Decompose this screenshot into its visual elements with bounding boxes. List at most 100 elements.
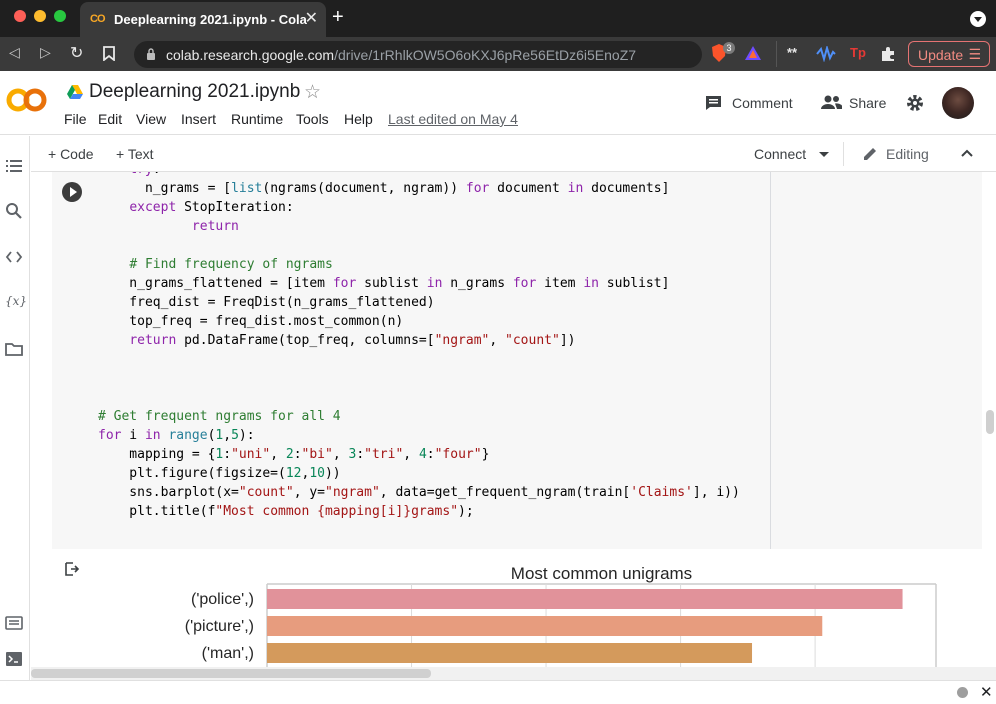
ext-icon-asterisk[interactable]: ** <box>787 45 797 60</box>
share-button[interactable]: Share <box>849 95 886 111</box>
code-editor[interactable]: try: n_grams = [list(ngrams(document, ng… <box>98 172 740 521</box>
code-line[interactable]: n_grams = [list(ngrams(document, ngram))… <box>98 179 740 198</box>
menu-edit[interactable]: Edit <box>98 111 122 127</box>
url-text: colab.research.google.com/drive/1rRhlkOW… <box>166 47 637 63</box>
command-palette-icon[interactable] <box>5 614 23 632</box>
table-of-contents-icon[interactable] <box>5 157 23 175</box>
cell-output: Most common unigrams ('police',) ('picture… <box>52 552 982 667</box>
code-line[interactable]: try: <box>98 172 740 179</box>
horizontal-scrollbar[interactable] <box>31 667 996 680</box>
ext-icon-tp[interactable]: Tp <box>850 45 866 60</box>
share-people-icon <box>821 95 842 109</box>
forward-icon[interactable]: ▷ <box>40 44 51 61</box>
cell-divider <box>770 172 771 549</box>
left-sidebar: {x} <box>0 136 30 680</box>
code-line[interactable]: # Get frequent ngrams for all 4 <box>98 407 740 426</box>
add-text-button[interactable]: + Text <box>116 146 154 162</box>
connect-button[interactable]: Connect <box>754 146 806 162</box>
code-line[interactable] <box>98 369 740 388</box>
editing-mode-button[interactable]: Editing <box>886 146 929 162</box>
avatar[interactable] <box>942 87 974 119</box>
terminal-icon[interactable] <box>5 650 23 668</box>
code-line[interactable]: freq_dist = FreqDist(n_grams_flattened) <box>98 293 740 312</box>
menu-icon: ☰ <box>968 46 981 62</box>
code-line[interactable]: for i in range(1,5): <box>98 426 740 445</box>
lock-icon <box>147 48 155 60</box>
menu-help[interactable]: Help <box>344 111 373 127</box>
menu-view[interactable]: View <box>136 111 166 127</box>
run-cell-button[interactable] <box>62 182 82 202</box>
new-tab-button[interactable]: + <box>332 6 344 29</box>
address-bar[interactable]: colab.research.google.com/drive/1rRhlkOW… <box>134 41 702 68</box>
comment-button[interactable]: Comment <box>732 95 793 111</box>
wave-icon[interactable] <box>816 46 836 62</box>
pencil-icon <box>864 148 876 160</box>
code-line[interactable]: except StopIteration: <box>98 198 740 217</box>
notebook-title[interactable]: Deeplearning 2021.ipynb <box>89 81 300 103</box>
chart-title: Most common unigrams <box>511 564 692 583</box>
code-line[interactable]: return pd.DataFrame(top_freq, columns=["… <box>98 331 740 350</box>
star-icon[interactable]: ☆ <box>304 81 321 104</box>
bar <box>267 643 753 663</box>
cell-toolbar: + Code + Text Connect Editing <box>31 136 996 172</box>
tick-label: ('police',) <box>191 591 254 608</box>
browser-tab[interactable]: CO Deeplearning 2021.ipynb - Cola ✕ <box>80 2 326 37</box>
code-line[interactable]: sns.barplot(x="count", y="ngram", data=g… <box>98 483 740 502</box>
vertical-scroll-thumb[interactable] <box>986 410 994 434</box>
zoom-window-button[interactable] <box>54 10 66 22</box>
tick-label: ('picture',) <box>185 618 254 635</box>
code-line[interactable]: top_freq = freq_dist.most_common(n) <box>98 312 740 331</box>
code-line[interactable] <box>98 236 740 255</box>
tab-title: Deeplearning 2021.ipynb - Cola <box>114 12 307 27</box>
back-icon[interactable]: ◁ <box>9 44 20 61</box>
google-drive-icon[interactable] <box>66 84 84 100</box>
bar <box>267 589 903 609</box>
code-snippets-icon[interactable] <box>5 248 23 266</box>
variables-icon[interactable]: {x} <box>5 294 27 312</box>
update-label: Update <box>918 47 964 63</box>
tab-search-icon[interactable] <box>970 11 986 27</box>
chevron-down-icon[interactable] <box>819 152 829 157</box>
update-button[interactable]: Update ☰ <box>908 41 990 67</box>
close-window-button[interactable] <box>14 10 26 22</box>
comment-icon <box>706 96 721 110</box>
code-line[interactable] <box>98 388 740 407</box>
colab-favicon-icon: CO <box>90 13 105 25</box>
toolbar-divider <box>776 41 777 67</box>
status-bar: ✕ <box>0 680 996 704</box>
colab-logo-icon[interactable] <box>6 85 48 115</box>
tab-close-icon[interactable]: ✕ <box>305 8 318 28</box>
close-icon[interactable]: ✕ <box>980 683 993 701</box>
folder-icon[interactable] <box>5 340 23 358</box>
collapse-chevron-up-icon[interactable] <box>960 148 974 158</box>
browser-tab-strip: CO Deeplearning 2021.ipynb - Cola ✕ + <box>0 0 996 37</box>
gear-icon[interactable] <box>906 94 924 112</box>
code-line[interactable]: return <box>98 217 740 236</box>
bookmark-icon[interactable] <box>103 46 115 61</box>
code-line[interactable]: # Find frequency of ngrams <box>98 255 740 274</box>
search-icon[interactable] <box>5 202 23 220</box>
last-edited-link[interactable]: Last edited on May 4 <box>388 111 518 127</box>
menu-runtime[interactable]: Runtime <box>231 111 283 127</box>
menu-insert[interactable]: Insert <box>181 111 216 127</box>
code-line[interactable]: plt.figure(figsize=(12,10)) <box>98 464 740 483</box>
reload-icon[interactable]: ↻ <box>70 43 83 63</box>
minimize-window-button[interactable] <box>34 10 46 22</box>
menu-tools[interactable]: Tools <box>296 111 329 127</box>
puzzle-icon[interactable] <box>880 46 896 62</box>
colab-header: Deeplearning 2021.ipynb ☆ File Edit View… <box>0 71 996 135</box>
code-cell[interactable]: try: n_grams = [list(ngrams(document, ng… <box>52 172 982 549</box>
runtime-status-indicator <box>957 687 968 698</box>
brave-badge: 3 <box>723 42 735 54</box>
add-code-button[interactable]: + Code <box>48 146 94 162</box>
browser-toolbar: ◁ ▷ ↻ colab.research.google.com/drive/1r… <box>0 37 996 71</box>
code-line[interactable]: plt.title(f"Most common {mapping[i]}gram… <box>98 502 740 521</box>
code-line[interactable] <box>98 350 740 369</box>
brave-rewards-icon[interactable] <box>744 45 762 61</box>
code-line[interactable]: n_grams_flattened = [item for sublist in… <box>98 274 740 293</box>
horizontal-scroll-thumb[interactable] <box>31 669 431 678</box>
menu-file[interactable]: File <box>64 111 87 127</box>
code-line[interactable]: mapping = {1:"uni", 2:"bi", 3:"tri", 4:"… <box>98 445 740 464</box>
toolbar-divider <box>843 142 844 166</box>
bar <box>267 616 823 636</box>
